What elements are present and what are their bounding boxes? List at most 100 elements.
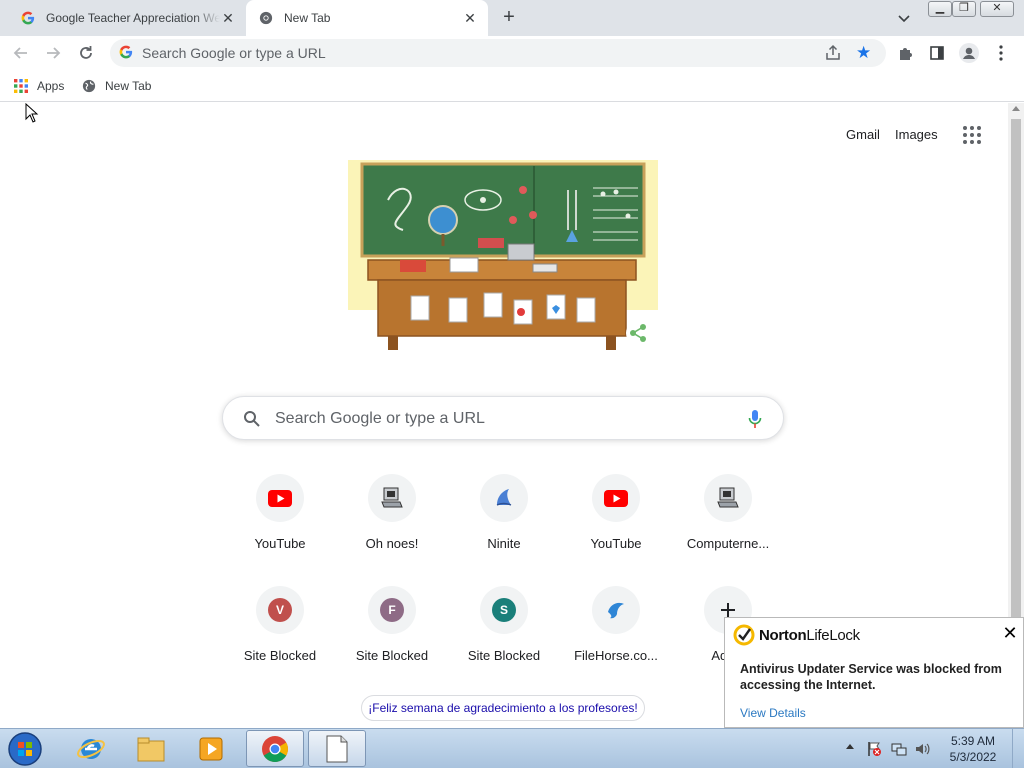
search-input[interactable] bbox=[275, 409, 735, 429]
close-icon[interactable]: ✕ bbox=[1001, 624, 1019, 642]
file-explorer-icon[interactable] bbox=[122, 730, 180, 767]
images-link[interactable]: Images bbox=[895, 127, 938, 142]
doodle-image[interactable] bbox=[348, 160, 658, 356]
tab-new-tab[interactable]: New Tab ✕ bbox=[246, 0, 488, 36]
bookmark-apps[interactable]: Apps bbox=[14, 77, 64, 95]
media-player-icon[interactable] bbox=[182, 730, 240, 767]
close-icon[interactable]: ✕ bbox=[220, 10, 236, 26]
chevron-down-icon[interactable] bbox=[894, 8, 914, 28]
norton-message: Antivirus Updater Service was blocked fr… bbox=[740, 662, 1002, 692]
computer-icon bbox=[704, 474, 752, 522]
side-panel-icon[interactable] bbox=[926, 42, 948, 64]
letter-avatar: S bbox=[492, 598, 516, 622]
system-clock[interactable]: 5:39 AM 5/3/2022 bbox=[942, 733, 1004, 765]
profile-avatar-icon[interactable] bbox=[958, 42, 980, 64]
globe-icon bbox=[82, 79, 96, 93]
filehorse-icon bbox=[592, 586, 640, 634]
shortcut-label: FileHorse.co... bbox=[574, 648, 658, 663]
norton-logo: NortonLifeLock bbox=[733, 624, 860, 646]
browser-toolbar: ★ bbox=[0, 36, 1024, 70]
bookmark-label: New Tab bbox=[105, 79, 152, 93]
apps-grid-icon bbox=[14, 79, 28, 93]
clock-time: 5:39 AM bbox=[950, 734, 996, 748]
shortcut-label: Site Blocked bbox=[243, 648, 317, 663]
shortcut-computernewb[interactable]: Computerne... bbox=[672, 474, 784, 584]
window-close-button[interactable]: ✕ bbox=[980, 1, 1014, 17]
letter-v-icon: V bbox=[256, 586, 304, 634]
scroll-thumb[interactable] bbox=[1011, 119, 1021, 629]
microphone-icon[interactable] bbox=[747, 409, 763, 434]
windows-taskbar: 5:39 AM 5/3/2022 bbox=[0, 728, 1024, 768]
letter-avatar: V bbox=[268, 598, 292, 622]
shortcut-youtube-2[interactable]: YouTube bbox=[560, 474, 672, 584]
address-input[interactable] bbox=[142, 43, 782, 63]
kebab-menu-icon[interactable] bbox=[990, 42, 1012, 64]
shortcut-label: Site Blocked bbox=[467, 648, 541, 663]
norton-check-icon bbox=[733, 624, 755, 646]
back-arrow-icon[interactable] bbox=[10, 42, 32, 64]
forward-arrow-icon[interactable] bbox=[42, 42, 64, 64]
tab-google-teacher[interactable]: Google Teacher Appreciation We ✕ bbox=[10, 0, 246, 36]
shortcut-label: YouTube bbox=[590, 536, 642, 551]
clock-date: 5/3/2022 bbox=[949, 750, 997, 764]
reload-icon[interactable] bbox=[75, 42, 97, 64]
share-page-icon[interactable] bbox=[824, 44, 842, 67]
gmail-link[interactable]: Gmail bbox=[846, 127, 880, 142]
youtube-icon bbox=[592, 474, 640, 522]
shortcut-site-blocked-v[interactable]: V Site Blocked bbox=[224, 586, 336, 696]
chrome-icon[interactable] bbox=[246, 730, 304, 767]
close-icon[interactable]: ✕ bbox=[462, 10, 478, 26]
letter-avatar: F bbox=[380, 598, 404, 622]
minimize-button[interactable]: ▁ bbox=[928, 1, 952, 17]
start-button[interactable] bbox=[6, 730, 46, 768]
norton-notification: NortonLifeLock ✕ Antivirus Updater Servi… bbox=[724, 617, 1024, 728]
bookmark-label: Apps bbox=[37, 79, 65, 93]
omnibox[interactable]: ★ bbox=[110, 39, 886, 67]
shortcut-label: Computerne... bbox=[686, 536, 770, 551]
internet-explorer-icon[interactable] bbox=[62, 730, 120, 767]
search-icon bbox=[243, 410, 261, 433]
shortcut-filehorse[interactable]: FileHorse.co... bbox=[560, 586, 672, 696]
show-hidden-icons-icon[interactable] bbox=[846, 744, 854, 749]
bookmark-star-icon[interactable]: ★ bbox=[856, 43, 871, 63]
tab-title: Google Teacher Appreciation We bbox=[46, 11, 220, 25]
notepad-icon[interactable] bbox=[308, 730, 366, 767]
shortcut-oh-noes[interactable]: Oh noes! bbox=[336, 474, 448, 584]
doodle-promo-link[interactable]: ¡Feliz semana de agradecimiento a los pr… bbox=[361, 695, 645, 721]
google-g-icon bbox=[20, 10, 36, 26]
shortcut-site-blocked-s[interactable]: S Site Blocked bbox=[448, 586, 560, 696]
bookmarks-bar: Apps New Tab bbox=[0, 70, 1024, 102]
shortcut-label: Oh noes! bbox=[365, 536, 419, 551]
restore-button[interactable]: ❐ bbox=[952, 1, 976, 17]
chrome-globe-icon bbox=[258, 10, 274, 26]
shortcut-label: Ninite bbox=[487, 536, 521, 551]
network-icon[interactable] bbox=[891, 741, 907, 757]
shortcut-ninite[interactable]: Ninite bbox=[448, 474, 560, 584]
show-desktop-button[interactable] bbox=[1012, 729, 1024, 768]
tab-title: New Tab bbox=[284, 11, 331, 25]
google-apps-icon[interactable] bbox=[963, 126, 981, 144]
extensions-puzzle-icon[interactable] bbox=[895, 42, 917, 64]
shortcut-label: YouTube bbox=[254, 536, 306, 551]
view-details-link[interactable]: View Details bbox=[740, 706, 806, 720]
letter-f-icon: F bbox=[368, 586, 416, 634]
shortcut-site-blocked-f[interactable]: F Site Blocked bbox=[336, 586, 448, 696]
ninite-icon bbox=[480, 474, 528, 522]
brand-rest: LifeLock bbox=[806, 626, 860, 644]
brand-bold: Norton bbox=[759, 626, 807, 644]
scroll-up-arrow-icon[interactable] bbox=[1012, 106, 1020, 111]
mouse-cursor-icon bbox=[25, 102, 39, 128]
google-g-icon bbox=[119, 45, 133, 64]
tab-strip: Google Teacher Appreciation We ✕ New Tab… bbox=[0, 0, 1024, 36]
norton-brand: NortonLifeLock bbox=[759, 627, 860, 644]
search-box[interactable] bbox=[222, 396, 784, 440]
volume-icon[interactable] bbox=[914, 741, 930, 757]
new-tab-button[interactable]: + bbox=[498, 7, 520, 29]
shortcut-youtube[interactable]: YouTube bbox=[224, 474, 336, 584]
youtube-icon bbox=[256, 474, 304, 522]
bookmark-new-tab[interactable]: New Tab bbox=[82, 77, 151, 95]
computer-icon bbox=[368, 474, 416, 522]
action-center-flag-icon[interactable] bbox=[866, 741, 882, 757]
shortcut-label: Site Blocked bbox=[355, 648, 429, 663]
share-icon[interactable] bbox=[626, 321, 650, 345]
